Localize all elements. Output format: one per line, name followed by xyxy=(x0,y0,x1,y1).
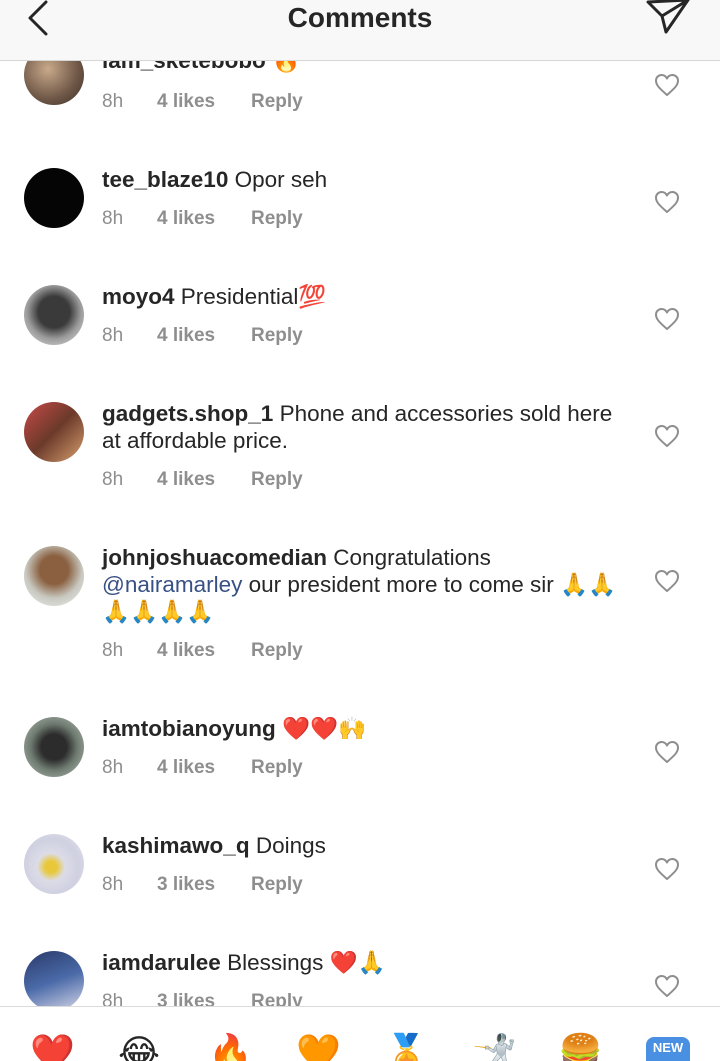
avatar[interactable] xyxy=(24,402,84,462)
comment-username[interactable]: moyo4 xyxy=(102,284,175,309)
like-heart-icon[interactable] xyxy=(654,857,680,881)
comment-time: 8h xyxy=(102,208,124,229)
like-heart-icon[interactable] xyxy=(654,424,680,448)
like-heart-icon[interactable] xyxy=(654,740,680,764)
comment-time: 8h xyxy=(102,469,124,490)
comment-text: Blessings ❤️🙏 xyxy=(227,950,386,975)
like-heart-icon[interactable] xyxy=(654,73,680,97)
avatar[interactable] xyxy=(24,717,84,777)
emoji-burger[interactable]: 🍔 xyxy=(558,1033,603,1061)
comment-likes[interactable]: 4 likes xyxy=(157,208,251,230)
emoji-medal[interactable]: 🏅 xyxy=(384,1033,429,1061)
reply-button[interactable]: Reply xyxy=(251,757,303,779)
comment-likes[interactable]: 4 likes xyxy=(157,91,251,113)
comment-time: 8h xyxy=(102,874,124,895)
comment-likes[interactable]: 4 likes xyxy=(157,640,251,662)
comment-username[interactable]: johnjoshuacomedian xyxy=(102,545,327,570)
avatar[interactable] xyxy=(24,834,84,894)
comment-mention[interactable]: @nairamarley xyxy=(102,572,242,597)
avatar[interactable] xyxy=(24,546,84,606)
avatar[interactable] xyxy=(24,951,84,1006)
like-heart-icon[interactable] xyxy=(654,569,680,593)
emoji-fire[interactable]: 🔥 xyxy=(208,1033,253,1061)
avatar[interactable] xyxy=(24,168,84,228)
avatar[interactable] xyxy=(24,285,84,345)
comment-time: 8h xyxy=(102,91,124,112)
comment-username[interactable]: tee_blaze10 xyxy=(102,167,228,192)
new-sticker-badge[interactable]: NEW xyxy=(646,1037,690,1061)
comment-likes[interactable]: 3 likes xyxy=(157,991,251,1006)
comment-likes[interactable]: 3 likes xyxy=(157,874,251,896)
comment-time: 8h xyxy=(102,640,124,661)
comment-text: ❤️❤️🙌 xyxy=(282,716,367,741)
avatar[interactable] xyxy=(24,61,84,105)
like-heart-icon[interactable] xyxy=(654,190,680,214)
comment-likes[interactable]: 4 likes xyxy=(157,325,251,347)
comment-username[interactable]: kashimawo_q xyxy=(102,833,250,858)
emoji-reaction-bar: ❤️ 😂 🔥 🧡 🏅 🤺 🍔 NEW xyxy=(0,1006,720,1061)
comment-text: Presidential💯 xyxy=(180,284,327,309)
emoji-orange-heart[interactable]: 🧡 xyxy=(296,1033,341,1061)
comment-time: 8h xyxy=(102,325,124,346)
send-direct-icon[interactable] xyxy=(644,0,692,38)
reply-button[interactable]: Reply xyxy=(251,91,303,113)
reply-button[interactable]: Reply xyxy=(251,874,303,896)
comment-username[interactable]: gadgets.shop_1 xyxy=(102,401,273,426)
comment-time: 8h xyxy=(102,757,124,778)
emoji-laugh[interactable]: 😂 xyxy=(118,1033,160,1061)
reply-button[interactable]: Reply xyxy=(251,469,303,491)
emoji-fencer[interactable]: 🤺 xyxy=(472,1033,517,1061)
comment-username[interactable]: iamdarulee xyxy=(102,950,221,975)
comment-text: 🔥 xyxy=(272,61,300,73)
comment-list[interactable]: iam_sketebobo 🔥 8h4 likesReply tee_blaze… xyxy=(0,61,720,1006)
reply-button[interactable]: Reply xyxy=(251,640,303,662)
page-title: Comments xyxy=(287,2,433,33)
comment-text: Doings xyxy=(255,833,326,858)
header-bar: Comments xyxy=(0,0,720,61)
reply-button[interactable]: Reply xyxy=(251,208,303,230)
emoji-heart[interactable]: ❤️ xyxy=(30,1033,75,1061)
comment-likes[interactable]: 4 likes xyxy=(157,757,251,779)
reply-button[interactable]: Reply xyxy=(251,991,303,1006)
comment-likes[interactable]: 4 likes xyxy=(157,469,251,491)
comment-username[interactable]: iam_sketebobo xyxy=(102,61,266,73)
comment-username[interactable]: iamtobianoyung xyxy=(102,716,276,741)
comment-time: 8h xyxy=(102,991,124,1006)
comment-text: Opor seh xyxy=(234,167,328,192)
comment-text: Congratulations xyxy=(333,545,491,570)
reply-button[interactable]: Reply xyxy=(251,325,303,347)
like-heart-icon[interactable] xyxy=(654,974,680,998)
like-heart-icon[interactable] xyxy=(654,307,680,331)
